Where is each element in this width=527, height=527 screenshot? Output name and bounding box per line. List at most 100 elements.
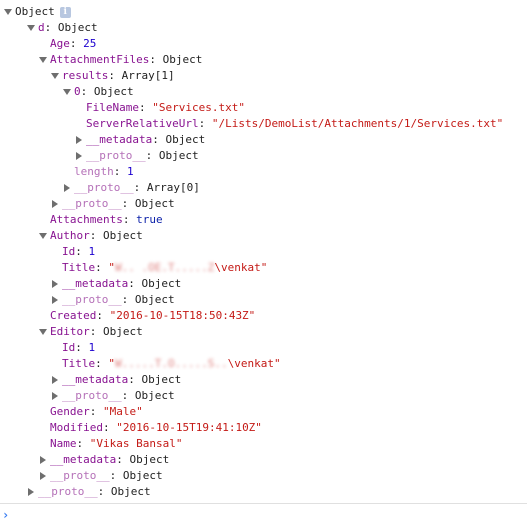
- tree-row-created: Created: "2016-10-15T18:50:43Z": [0, 308, 527, 324]
- property-key: ServerRelativeUrl: [86, 117, 199, 130]
- tree-row-length: length: 1: [0, 164, 527, 180]
- tree-row-d-proto[interactable]: __proto__: Object: [0, 468, 527, 484]
- redacted-text: W.. .OE.T.....Z: [115, 261, 215, 274]
- collapsed-triangle-icon[interactable]: [51, 292, 61, 308]
- title-open-quote: ": [108, 357, 115, 370]
- property-metadata: __metadata: Object: [50, 453, 170, 466]
- property-modified: Modified: "2016-10-15T19:41:10Z": [50, 421, 262, 434]
- property-value: true: [136, 213, 163, 226]
- console-prompt[interactable]: ›: [1, 505, 527, 523]
- tree-row-results-proto[interactable]: __proto__: Array[0]: [0, 180, 527, 196]
- property-value: 1: [88, 341, 96, 354]
- property-key: Modified: [50, 421, 103, 434]
- expanded-triangle-icon[interactable]: [39, 52, 49, 68]
- collapsed-triangle-icon[interactable]: [75, 132, 85, 148]
- property-value: Object: [134, 389, 175, 402]
- property-value: "/Lists/DemoList/Attachments/1/Services.…: [211, 117, 504, 130]
- property-d: d: Object: [38, 21, 98, 34]
- property-value: Object: [122, 469, 163, 482]
- property-key: __proto__: [86, 149, 146, 162]
- property-value: Object: [141, 373, 182, 386]
- property-proto: __proto__: Array[0]: [74, 181, 200, 194]
- expanded-triangle-icon[interactable]: [39, 324, 49, 340]
- property-length: length: 1: [74, 165, 134, 178]
- tree-row-author[interactable]: Author: Object: [0, 228, 527, 244]
- property-value: "2016-10-15T18:50:43Z": [109, 309, 256, 322]
- tree-row-author-title: Title: "W.. .OE.T.....Z\venkat": [0, 260, 527, 276]
- tree-row-name: Name: "Vikas Bansal": [0, 436, 527, 452]
- property-value: Object: [57, 21, 98, 34]
- property-key: Age: [50, 37, 70, 50]
- title-visible-text: \venkat: [227, 357, 274, 370]
- tree-row-author-metadata[interactable]: __metadata: Object: [0, 276, 527, 292]
- expanded-triangle-icon[interactable]: [63, 84, 73, 100]
- tree-row-results[interactable]: results: Array[1]: [0, 68, 527, 84]
- property-value: Array[0]: [146, 181, 200, 194]
- property-item-0: 0: Object: [74, 85, 134, 98]
- property-key: __proto__: [62, 197, 122, 210]
- collapsed-triangle-icon[interactable]: [51, 276, 61, 292]
- collapsed-triangle-icon[interactable]: [51, 196, 61, 212]
- tree-row-item-0-proto[interactable]: __proto__: Object: [0, 148, 527, 164]
- tree-row-root-proto[interactable]: __proto__: Object: [0, 484, 527, 500]
- property-proto: __proto__: Object: [62, 293, 175, 306]
- property-metadata: __metadata: Object: [62, 277, 182, 290]
- collapsed-triangle-icon[interactable]: [27, 484, 37, 500]
- property-value: Object: [110, 485, 151, 498]
- tree-row-root[interactable]: Object i: [0, 4, 527, 20]
- collapsed-triangle-icon[interactable]: [51, 372, 61, 388]
- info-icon[interactable]: i: [59, 7, 71, 18]
- property-value: Object: [162, 53, 203, 66]
- tree-row-d[interactable]: d: Object: [0, 20, 527, 36]
- property-results: results: Array[1]: [62, 69, 175, 82]
- property-key: Editor: [50, 325, 90, 338]
- property-value: Object: [165, 133, 206, 146]
- tree-row-editor-metadata[interactable]: __metadata: Object: [0, 372, 527, 388]
- property-key: Title: [62, 261, 96, 274]
- collapsed-triangle-icon[interactable]: [39, 452, 49, 468]
- tree-row-modified: Modified: "2016-10-15T19:41:10Z": [0, 420, 527, 436]
- property-key: length: [74, 165, 114, 178]
- expanded-triangle-icon[interactable]: [39, 228, 49, 244]
- property-key: 0: [74, 85, 81, 98]
- tree-row-d-metadata[interactable]: __metadata: Object: [0, 452, 527, 468]
- collapsed-triangle-icon[interactable]: [39, 468, 49, 484]
- tree-row-server-relative-url: ServerRelativeUrl: "/Lists/DemoList/Atta…: [0, 116, 527, 132]
- property-proto: __proto__: Object: [50, 469, 163, 482]
- property-value: Object: [158, 149, 199, 162]
- property-value: 1: [127, 165, 134, 178]
- tree-row-author-proto[interactable]: __proto__: Object: [0, 292, 527, 308]
- property-key: Gender: [50, 405, 90, 418]
- tree-row-editor[interactable]: Editor: Object: [0, 324, 527, 340]
- collapsed-triangle-icon[interactable]: [51, 388, 61, 404]
- tree-row-item-0[interactable]: 0: Object: [0, 84, 527, 100]
- expanded-triangle-icon[interactable]: [4, 4, 14, 20]
- property-key: Created: [50, 309, 97, 322]
- tree-row-item-0-metadata[interactable]: __metadata: Object: [0, 132, 527, 148]
- tree-row-gender: Gender: "Male": [0, 404, 527, 420]
- tree-row-author-id: Id: 1: [0, 244, 527, 260]
- property-value: Object: [129, 453, 170, 466]
- property-key: results: [62, 69, 109, 82]
- console-input[interactable]: [17, 506, 522, 522]
- property-server-relative-url: ServerRelativeUrl: "/Lists/DemoList/Atta…: [86, 117, 504, 130]
- property-file-name: FileName: "Services.txt": [86, 101, 245, 114]
- property-key: FileName: [86, 101, 139, 114]
- expanded-triangle-icon[interactable]: [51, 68, 61, 84]
- expanded-triangle-icon[interactable]: [27, 20, 37, 36]
- tree-row-attachment-files[interactable]: AttachmentFiles: Object: [0, 52, 527, 68]
- tree-row-editor-proto[interactable]: __proto__: Object: [0, 388, 527, 404]
- property-title: Title: "W.. .OE.T.....Z\venkat": [62, 261, 268, 274]
- property-created: Created: "2016-10-15T18:50:43Z": [50, 309, 256, 322]
- object-tree: Object i d: Object Age: 25 AttachmentFile…: [0, 4, 527, 500]
- collapsed-triangle-icon[interactable]: [63, 180, 73, 196]
- property-key: Name: [50, 437, 77, 450]
- property-value: Object: [141, 277, 182, 290]
- collapsed-triangle-icon[interactable]: [75, 148, 85, 164]
- property-proto: __proto__: Object: [86, 149, 199, 162]
- property-key: Attachments: [50, 213, 123, 226]
- tree-row-attachment-files-proto[interactable]: __proto__: Object: [0, 196, 527, 212]
- property-id: Id: 1: [62, 245, 96, 258]
- property-author: Author: Object: [50, 229, 143, 242]
- property-key: __proto__: [62, 293, 122, 306]
